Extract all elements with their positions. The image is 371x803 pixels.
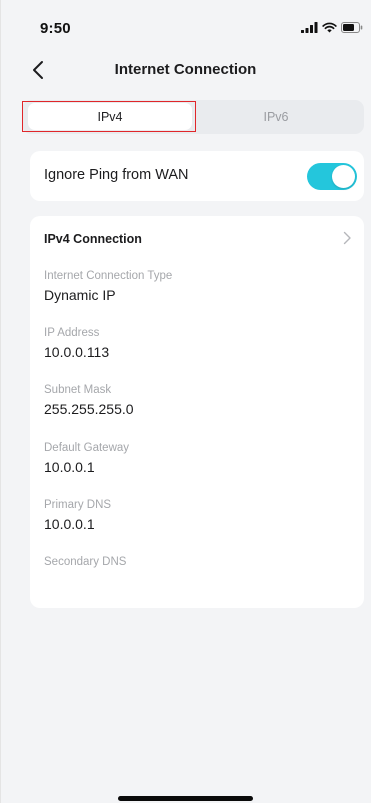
field-label: Primary DNS: [44, 499, 112, 511]
ping-label: Ignore Ping from WAN: [44, 167, 189, 183]
tab-ipv6[interactable]: IPv6: [194, 103, 358, 130]
field-label: IP Address: [44, 327, 100, 339]
screen: 9:50 Internet Connection IPv4 IPv6 Ignor…: [0, 0, 371, 803]
status-bar: 9:50: [0, 0, 371, 44]
field-subnet-mask: Subnet Mask 255.255.255.0: [44, 383, 134, 418]
field-value: 10.0.0.1: [44, 516, 95, 532]
wifi-icon: [322, 22, 337, 33]
field-default-gateway: Default Gateway 10.0.0.1: [44, 441, 129, 476]
status-icons: [301, 22, 363, 33]
chevron-right-icon: [343, 231, 351, 245]
status-time: 9:50: [40, 20, 71, 37]
ipv4-connection-row[interactable]: IPv4 Connection: [30, 216, 364, 260]
field-value: 10.0.0.1: [44, 459, 95, 475]
field-value: Dynamic IP: [44, 287, 116, 303]
battery-icon: [341, 22, 363, 33]
field-label: Internet Connection Type: [44, 270, 173, 282]
page-title: Internet Connection: [114, 61, 257, 78]
field-value: 255.255.255.0: [44, 401, 134, 417]
field-secondary-dns: Secondary DNS: [44, 555, 126, 573]
field-label: Default Gateway: [44, 442, 130, 454]
toggle-knob: [332, 165, 355, 188]
ip-version-tabs: IPv4 IPv6: [22, 100, 364, 134]
field-primary-dns: Primary DNS 10.0.0.1: [44, 498, 111, 533]
field-label: Subnet Mask: [44, 384, 112, 396]
connection-card: IPv4 Connection Internet Connection Type…: [30, 216, 364, 608]
nav-bar: Internet Connection: [0, 48, 371, 92]
tab-ipv4[interactable]: IPv4: [28, 103, 192, 130]
field-ip-address: IP Address 10.0.0.113: [44, 326, 109, 361]
signal-icon: [301, 22, 318, 33]
ping-card: Ignore Ping from WAN: [30, 151, 364, 201]
field-label: Secondary DNS: [44, 556, 127, 568]
home-indicator: [118, 796, 253, 801]
ignore-ping-toggle[interactable]: [307, 163, 357, 190]
field-value: 10.0.0.113: [44, 344, 110, 360]
field-connection-type: Internet Connection Type Dynamic IP: [44, 269, 172, 304]
connection-title: IPv4 Connection: [44, 232, 142, 246]
